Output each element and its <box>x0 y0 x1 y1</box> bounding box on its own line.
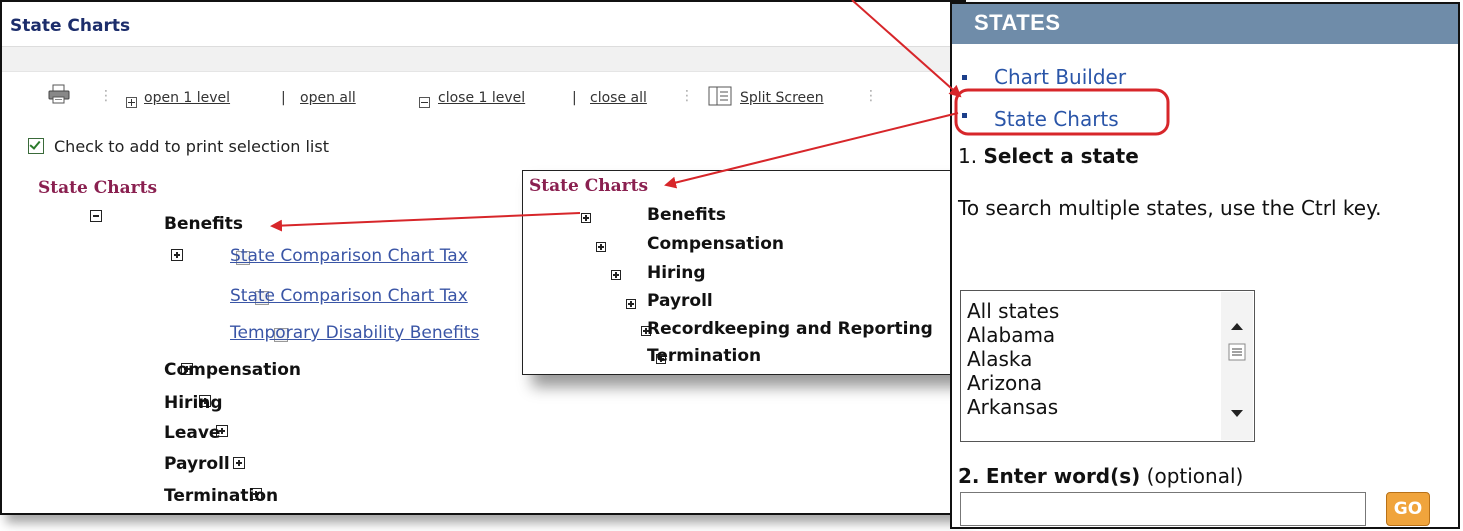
arrow-to-state-charts <box>851 0 962 98</box>
arrow-to-benefits <box>270 212 581 232</box>
annotation-overlay <box>270 0 1170 232</box>
highlight-state-charts <box>954 88 1170 136</box>
arrow-to-popup <box>664 112 959 189</box>
